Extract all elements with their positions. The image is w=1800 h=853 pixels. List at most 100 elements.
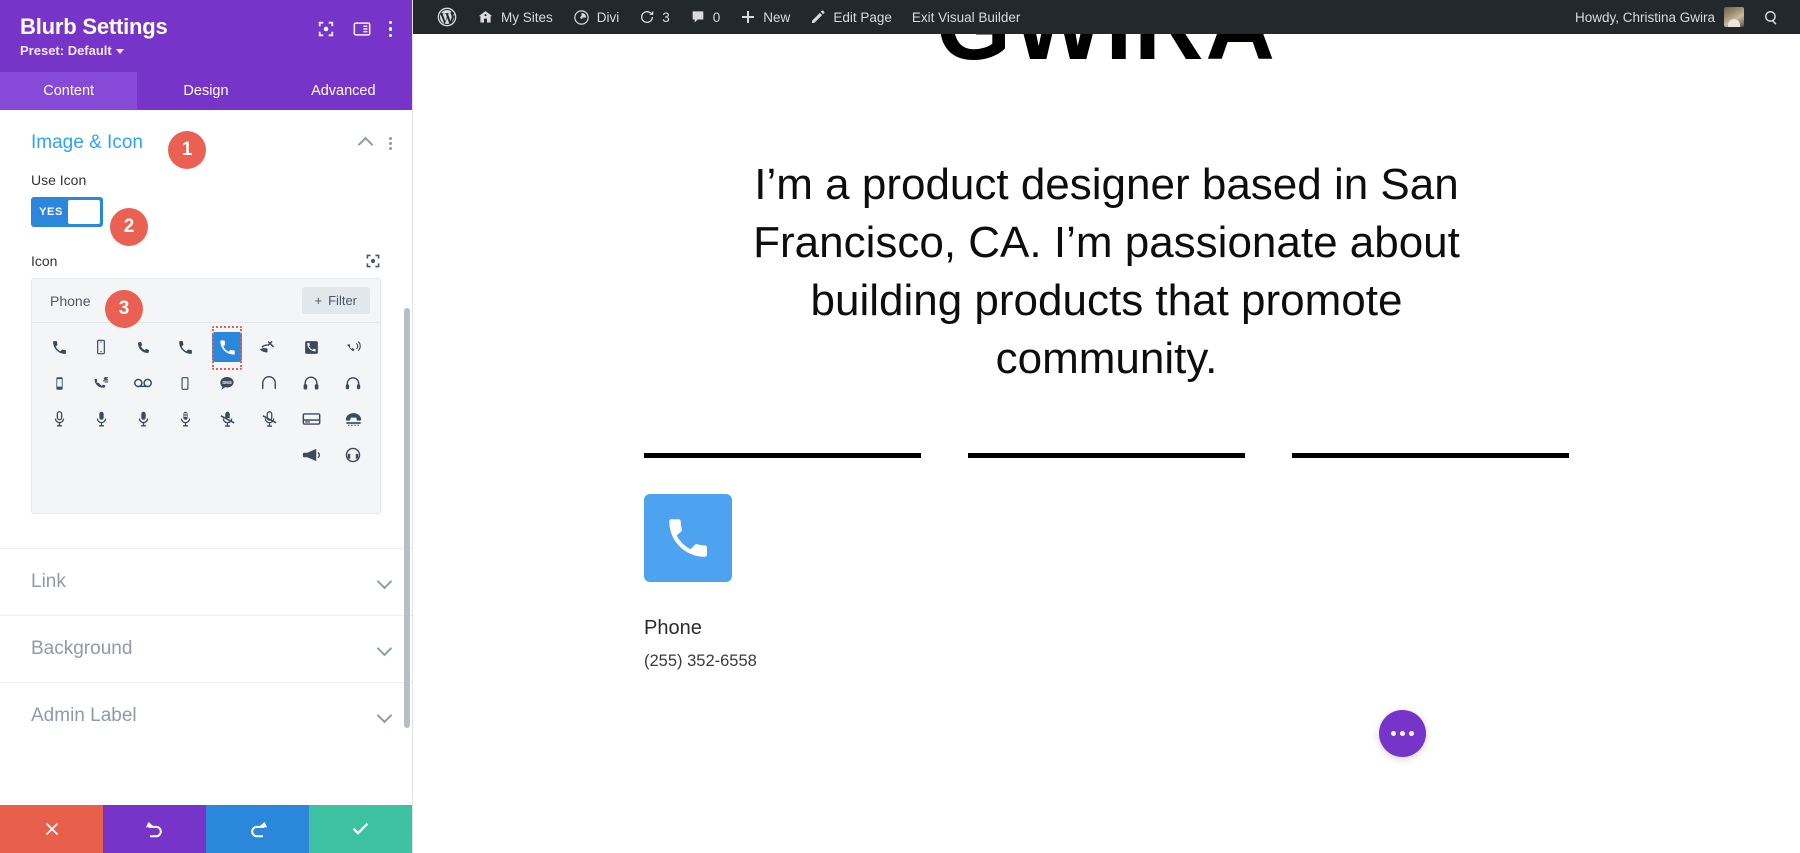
chevron-down-icon[interactable] — [378, 642, 392, 656]
redo-button[interactable] — [206, 805, 309, 853]
undo-button[interactable] — [103, 805, 206, 853]
accordion-admin-label[interactable]: Admin Label — [0, 682, 412, 749]
icon-picker: Phone + Filter SMS — [31, 278, 381, 515]
focus-target-icon[interactable] — [365, 253, 381, 269]
panel-action-bar — [0, 805, 412, 853]
cancel-button[interactable] — [0, 805, 103, 853]
use-icon-label: Use Icon — [31, 172, 87, 189]
icon-phone-ringing-icon[interactable] — [332, 331, 374, 363]
column-3[interactable] — [1292, 452, 1569, 671]
icon-search-input[interactable]: Phone — [50, 293, 90, 309]
phone-in-talk-icon[interactable] — [644, 493, 732, 582]
accordion-background-label: Background — [31, 638, 133, 660]
focus-target-icon[interactable] — [317, 20, 335, 38]
column-2[interactable] — [968, 452, 1245, 671]
save-button[interactable] — [309, 805, 412, 853]
chevron-down-icon[interactable] — [378, 575, 392, 589]
chevron-up-icon[interactable] — [359, 136, 373, 150]
icon-microphone-solid-icon[interactable] — [122, 403, 164, 435]
updates-icon — [641, 10, 654, 23]
adminbar-exit-visual-builder[interactable]: Exit Visual Builder — [902, 0, 1031, 34]
adminbar-account-menu[interactable]: Howdy, Christina Gwira — [1566, 7, 1753, 27]
toggle-knob — [68, 200, 100, 225]
icon-picker-toolbar: Phone + Filter — [32, 279, 380, 324]
preset-dropdown[interactable]: Preset: Default — [20, 43, 124, 58]
icon-sms-bubble-icon[interactable]: SMS — [206, 367, 248, 399]
chevron-down-icon — [115, 49, 124, 55]
hero-paragraph[interactable]: I’m a product designer based in San Fran… — [707, 156, 1507, 388]
divi-icon — [574, 9, 589, 25]
panel-scrollbar[interactable] — [404, 308, 410, 729]
icon-phone-handset-icon[interactable] — [38, 331, 80, 363]
fab-dots — [1391, 731, 1414, 736]
pencil-icon — [812, 10, 825, 23]
adminbar-divi[interactable]: Divi — [563, 0, 630, 34]
callout-badge-1: 1 — [168, 131, 206, 169]
icon-rotary-phone-icon[interactable] — [332, 403, 374, 435]
icon-megaphone-icon[interactable] — [290, 439, 332, 471]
adminbar-wordpress-logo[interactable] — [427, 0, 467, 34]
blurb-title: Phone — [644, 616, 702, 639]
icon-phone-forward-icon[interactable] — [80, 367, 122, 399]
comment-icon — [692, 11, 704, 23]
icon-smartphone-icon[interactable] — [38, 367, 80, 399]
layout-columns-icon[interactable] — [353, 20, 371, 38]
adminbar-edit-page[interactable]: Edit Page — [800, 0, 902, 34]
more-options-icon[interactable] — [1379, 710, 1426, 757]
icon-microphone-outline-icon[interactable] — [38, 403, 80, 435]
adminbar-search-button[interactable] — [1753, 0, 1790, 34]
icon-headset-icon[interactable] — [290, 367, 332, 399]
section-image-and-icon[interactable]: Image & Icon — [0, 110, 412, 172]
icon-headphones-solid-icon[interactable] — [332, 367, 374, 399]
icon-phone-solid-icon[interactable] — [164, 331, 206, 363]
icon-grid: SMS — [32, 323, 380, 513]
icon-phone-in-talk-icon[interactable] — [212, 332, 242, 363]
icon-phone-in-talk-icon-wrapper — [206, 326, 248, 371]
blurb-columns: Phone (255) 352-6558 — [413, 452, 1800, 671]
adminbar-my-sites[interactable]: My Sites — [467, 0, 563, 34]
icon-mobile-phone-icon[interactable] — [80, 331, 122, 363]
icon-phone-call-icon[interactable] — [122, 331, 164, 363]
icon-mobile-blank-icon[interactable] — [164, 367, 206, 399]
use-icon-field: Use Icon YES — [0, 172, 412, 228]
icon-headphones-thin-icon[interactable] — [248, 367, 290, 399]
tab-content[interactable]: Content — [0, 72, 138, 111]
adminbar-divi-label: Divi — [596, 9, 620, 25]
use-icon-toggle[interactable]: YES — [31, 197, 103, 228]
filter-button[interactable]: + Filter — [301, 287, 370, 315]
search-icon — [1765, 10, 1777, 24]
accordion-background[interactable]: Background — [0, 615, 412, 682]
accordion-link[interactable]: Link — [0, 548, 412, 615]
tab-design[interactable]: Design — [137, 72, 275, 111]
preset-label: Preset: Default — [20, 43, 112, 59]
accordion-admin-label-label: Admin Label — [31, 705, 137, 727]
chevron-down-icon[interactable] — [378, 709, 392, 723]
adminbar-comments[interactable]: 0 — [680, 0, 731, 34]
divi-visual-builder: Blurb Settings Preset: Default Content D… — [0, 0, 1800, 853]
kebab-menu-icon[interactable] — [388, 20, 392, 38]
icon-phone-contact-icon[interactable] — [290, 331, 332, 363]
adminbar-updates-count: 3 — [662, 9, 670, 25]
wordpress-logo-icon — [437, 7, 457, 27]
adminbar-new[interactable]: New — [730, 0, 800, 34]
adminbar-edit-page-label: Edit Page — [833, 9, 892, 25]
adminbar-updates[interactable]: 3 — [629, 0, 680, 34]
page-title: Blurb Settings — [20, 14, 168, 39]
icon-microphone-alt-icon[interactable] — [164, 403, 206, 435]
icon-answering-machine-icon[interactable] — [290, 403, 332, 435]
use-icon-toggle-value: YES — [39, 206, 63, 219]
icon-microphone-line-icon[interactable] — [80, 403, 122, 435]
callout-badge-3: 3 — [105, 290, 143, 328]
tab-advanced[interactable]: Advanced — [274, 72, 412, 111]
icon-phone-missed-icon[interactable] — [248, 331, 290, 363]
icon-microphone-mute-icon[interactable] — [206, 403, 248, 435]
icon-microphone-off-icon[interactable] — [248, 403, 290, 435]
howdy-label: Howdy, Christina Gwira — [1574, 9, 1715, 25]
column-divider — [644, 452, 921, 458]
column-phone[interactable]: Phone (255) 352-6558 — [644, 452, 921, 671]
icon-support-headset-icon[interactable] — [332, 439, 374, 471]
blurb-settings-panel: Blurb Settings Preset: Default Content D… — [0, 0, 413, 853]
section-kebab-menu-icon[interactable] — [389, 136, 392, 150]
panel-header: Blurb Settings Preset: Default — [0, 0, 412, 73]
icon-voicemail-icon[interactable] — [122, 367, 164, 399]
